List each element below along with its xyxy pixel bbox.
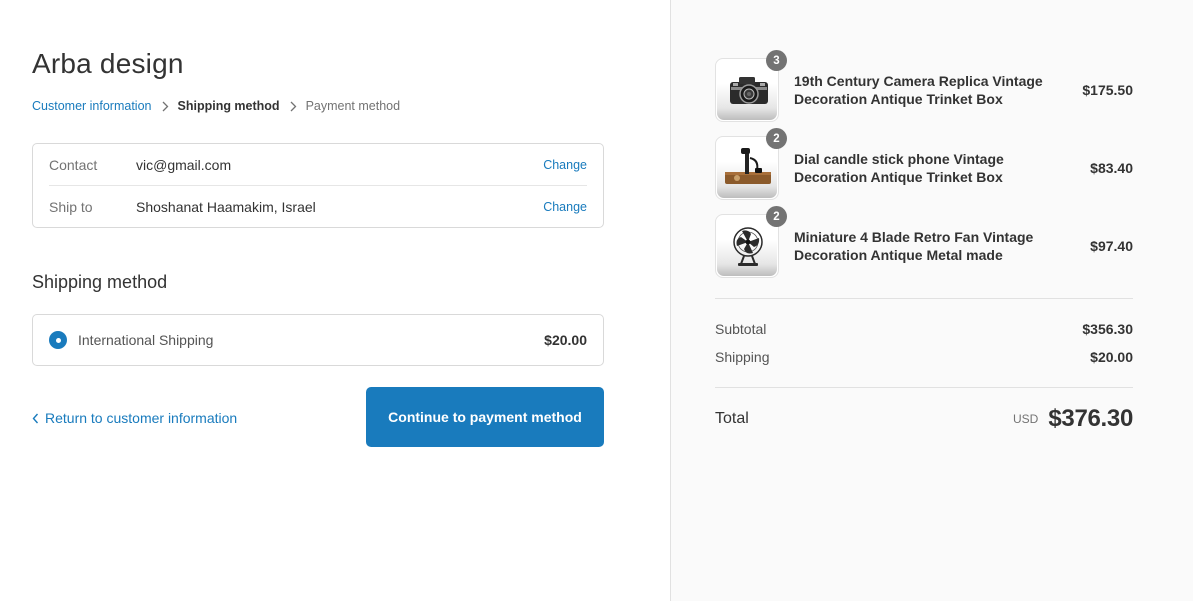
contact-value: vic@gmail.com xyxy=(136,156,232,173)
breadcrumb: Customer information Shipping method Pay… xyxy=(32,99,400,113)
fan-icon xyxy=(733,227,763,266)
divider xyxy=(715,298,1133,299)
product-price: $83.40 xyxy=(1090,160,1133,176)
product-item: 2 Dial candle stick phone Vintage Decora… xyxy=(715,128,1133,200)
return-link-label: Return to customer information xyxy=(45,410,238,426)
product-thumbnail: 2 xyxy=(715,128,787,200)
total-amount-group: USD $376.30 xyxy=(1013,405,1133,433)
review-row-ship-to: Ship to Shoshanat Haamakim, Israel Chang… xyxy=(49,186,587,228)
product-price: $175.50 xyxy=(1082,82,1133,98)
phone-icon xyxy=(725,148,771,184)
camera-icon xyxy=(730,77,768,104)
main-content: Arba design Customer information Shippin… xyxy=(0,0,670,601)
product-name: Dial candle stick phone Vintage Decorati… xyxy=(794,151,1004,185)
product-thumbnail: 3 xyxy=(715,50,787,122)
review-block: Contact vic@gmail.com Change Ship to Sho… xyxy=(32,143,604,228)
chevron-right-icon xyxy=(280,99,306,113)
shipping-option[interactable]: International Shipping $20.00 xyxy=(32,314,604,366)
shipping-label: Shipping xyxy=(715,349,770,365)
product-item: 2 Miniature 4 Blade Retro Fan Vintage De… xyxy=(715,206,1133,278)
product-item: 3 19th Century Camera Replica Vintage De… xyxy=(715,50,1133,122)
shipping-value: $20.00 xyxy=(1090,349,1133,365)
breadcrumb-customer-information[interactable]: Customer information xyxy=(32,99,152,113)
chevron-left-icon xyxy=(32,413,39,423)
order-summary: 3 19th Century Camera Replica Vintage De… xyxy=(670,0,1193,601)
subtotal-label: Subtotal xyxy=(715,321,767,337)
currency-code: USD xyxy=(1013,412,1039,426)
shipping-option-name: International Shipping xyxy=(78,332,214,348)
shipping-radio[interactable] xyxy=(49,331,67,349)
subtotal-value: $356.30 xyxy=(1082,321,1133,337)
return-to-customer-information-link[interactable]: Return to customer information xyxy=(32,410,237,426)
total-amount: $376.30 xyxy=(1048,405,1133,432)
product-thumbnail: 2 xyxy=(715,206,787,278)
store-title: Arba design xyxy=(32,48,184,79)
breadcrumb-payment-method: Payment method xyxy=(305,99,401,113)
quantity-badge: 3 xyxy=(766,50,787,71)
shipping-method-title: Shipping method xyxy=(32,272,168,292)
divider xyxy=(715,387,1133,388)
shipping-row: Shipping $20.00 xyxy=(715,349,1133,365)
radio-dot xyxy=(55,337,61,343)
chevron-right-icon xyxy=(152,99,178,113)
total-label: Total xyxy=(715,410,749,427)
breadcrumb-shipping-method: Shipping method xyxy=(177,99,280,113)
quantity-badge: 2 xyxy=(766,128,787,149)
contact-label: Contact xyxy=(49,156,98,173)
continue-to-payment-button[interactable]: Continue to payment method xyxy=(366,387,604,447)
product-price: $97.40 xyxy=(1090,238,1133,254)
product-name: Miniature 4 Blade Retro Fan Vintage Deco… xyxy=(794,229,1034,263)
ship-to-label: Ship to xyxy=(49,199,93,215)
shipping-option-price: $20.00 xyxy=(544,332,587,348)
subtotal-row: Subtotal $356.30 xyxy=(715,321,1133,337)
ship-to-value: Shoshanat Haamakim, Israel xyxy=(136,199,316,215)
product-name: 19th Century Camera Replica Vintage Deco… xyxy=(794,73,1043,107)
review-row-contact: Contact vic@gmail.com Change xyxy=(49,144,587,186)
change-ship-to-link[interactable]: Change xyxy=(543,200,587,214)
total-row: Total USD $376.30 xyxy=(715,405,1133,433)
change-contact-link[interactable]: Change xyxy=(543,158,587,172)
quantity-badge: 2 xyxy=(766,206,787,227)
